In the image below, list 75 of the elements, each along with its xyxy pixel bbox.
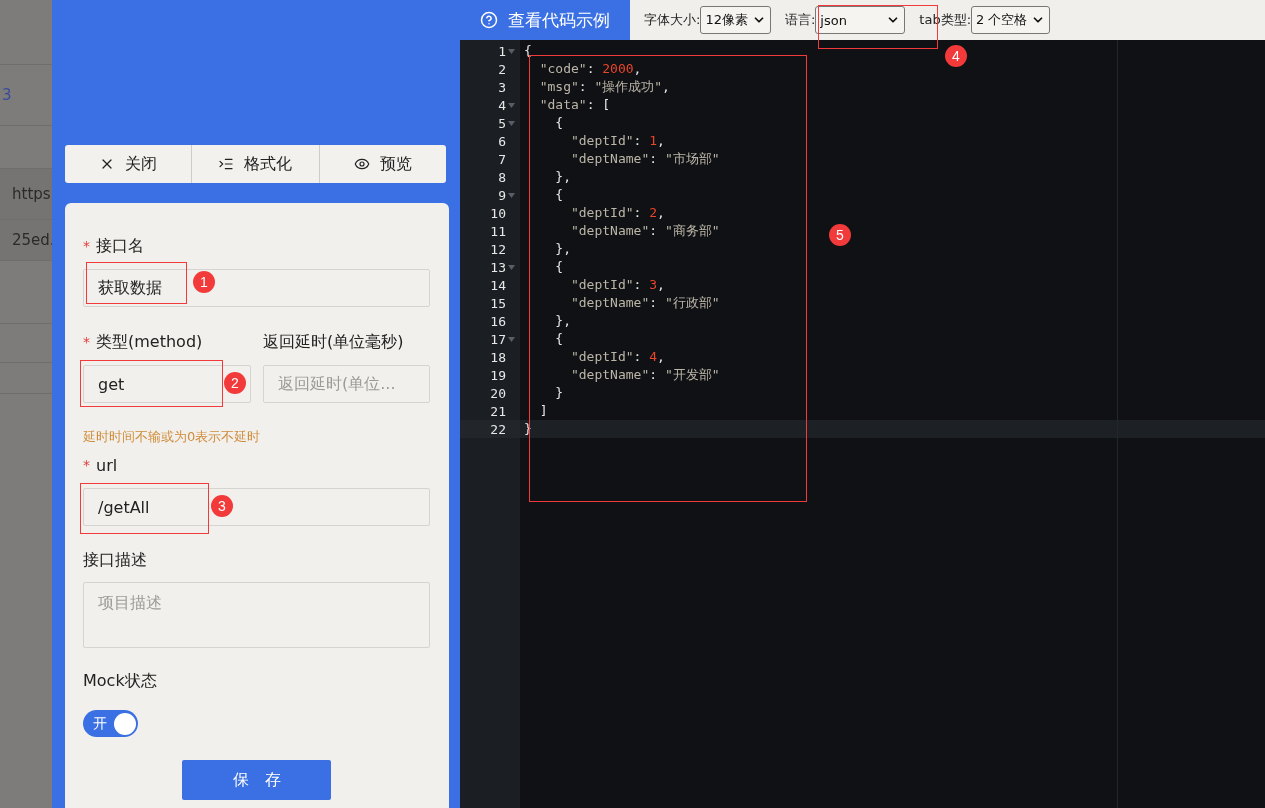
line-number: 18 [490, 349, 506, 365]
hint-text: 延时时间不输或为0表示不延时 [83, 428, 262, 446]
field-label: 返回延时(单位毫秒) [263, 331, 404, 353]
fold-icon[interactable] [507, 120, 515, 126]
mock-toggle[interactable]: 开 [83, 710, 138, 737]
fold-icon[interactable] [507, 336, 515, 342]
close-button[interactable]: 关闭 [65, 145, 193, 183]
setting-label: 语言: [784, 11, 816, 29]
line-number: 19 [490, 367, 506, 383]
required-mark: * [83, 238, 90, 254]
setting-dropdown[interactable]: 12像素 [700, 6, 771, 34]
table-cell-text: https [11, 185, 51, 203]
code-line: "deptName": "市场部" [569, 151, 720, 166]
code-line: "deptId": 4, [569, 349, 665, 364]
code-line: "data": [ [538, 97, 611, 112]
line-number: 16 [490, 313, 506, 329]
setting-dropdown[interactable]: json [815, 6, 906, 34]
code-line: ] [538, 403, 548, 418]
line-number: 8 [498, 169, 506, 185]
code-line: { [554, 187, 564, 202]
table-cell-text: 3 [1, 86, 12, 104]
code-line: { [524, 43, 532, 58]
line-number: 6 [498, 133, 506, 149]
line-number: 1 [498, 43, 506, 59]
code-example-link[interactable]: 查看代码示例 [460, 0, 630, 40]
code-line: { [554, 115, 564, 130]
line-number: 2 [498, 61, 506, 77]
save-button[interactable]: 保 存 [182, 760, 331, 800]
line-number: 15 [490, 295, 506, 311]
line-number: 4 [498, 97, 506, 113]
help-icon [480, 11, 498, 29]
line-number: 21 [490, 403, 506, 419]
code-line: "deptName": "行政部" [569, 295, 720, 310]
code-line: "deptName": "开发部" [569, 367, 720, 382]
format-button[interactable]: 格式化 [192, 145, 320, 183]
code-line: "code": 2000, [538, 61, 642, 76]
indent-icon [218, 156, 235, 172]
code-line: "deptId": 1, [569, 133, 665, 148]
line-number: 13 [490, 259, 506, 275]
required-mark: * [83, 457, 90, 473]
fold-icon[interactable] [507, 48, 515, 54]
setting-label: 字体大小: [644, 11, 701, 29]
line-number: 7 [498, 151, 506, 167]
fold-icon[interactable] [507, 192, 515, 198]
field-label: 接口描述 [83, 549, 147, 571]
code-line: } [554, 385, 564, 400]
code-line: }, [554, 313, 571, 328]
field-label: 类型(method) [96, 331, 203, 353]
line-number: 14 [490, 277, 506, 293]
code-line: }, [554, 169, 571, 184]
setting-dropdown[interactable]: 2 个空格 [971, 6, 1051, 34]
line-number: 12 [490, 241, 506, 257]
line-number: 5 [498, 115, 506, 131]
preview-button[interactable]: 预览 [319, 145, 446, 183]
line-number: 3 [498, 79, 506, 95]
code-line: { [554, 259, 564, 274]
field-label: Mock状态 [83, 670, 157, 692]
line-number: 10 [490, 205, 506, 221]
code-line: "deptName": "商务部" [569, 223, 720, 238]
required-mark: * [83, 334, 90, 350]
code-line: "deptId": 2, [569, 205, 665, 220]
line-number: 20 [490, 385, 506, 401]
field-label: 接口名 [96, 235, 144, 257]
line-number: 17 [490, 331, 506, 347]
fold-icon[interactable] [507, 264, 515, 270]
code-line: "deptId": 3, [569, 277, 665, 292]
code-line: }, [554, 241, 571, 256]
code-line: { [554, 331, 564, 346]
line-number: 22 [490, 421, 506, 437]
field-label: url [96, 455, 118, 475]
fold-icon[interactable] [507, 102, 515, 108]
eye-icon [353, 156, 370, 172]
code-line: "msg": "操作成功", [538, 79, 670, 94]
line-number: 11 [490, 223, 506, 239]
line-number: 9 [498, 187, 506, 203]
